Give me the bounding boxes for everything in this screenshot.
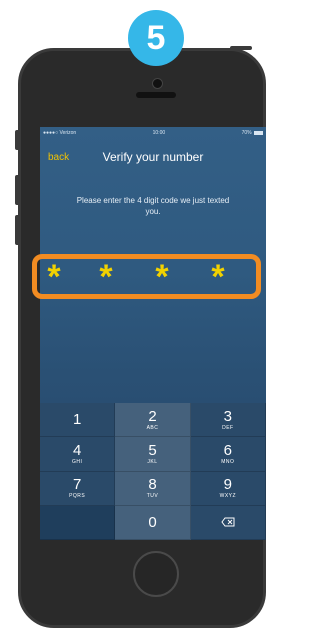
numeric-keypad: 1 2 ABC 3 DEF 4 GHI 5 JKL 6 MNO 7 PQRS 8 TUV 9W… <box>40 403 266 540</box>
battery-level: 70% <box>242 130 263 136</box>
key-7[interactable]: 7 PQRS <box>40 471 116 506</box>
page-title: Verify your number <box>102 150 204 164</box>
power-button <box>230 46 252 50</box>
earpiece-speaker <box>136 92 176 98</box>
key-8[interactable]: 8 TUV <box>115 471 191 506</box>
delete-key[interactable] <box>190 505 266 540</box>
phone-screen: ●●●●○ Verizon 10:00 70% back Verify your… <box>40 127 266 540</box>
battery-icon <box>254 130 263 135</box>
instruction-text: Please enter the 4 digit code we just te… <box>76 196 230 216</box>
key-blank <box>40 505 116 540</box>
key-3[interactable]: 3 DEF <box>190 403 266 438</box>
key-9[interactable]: 9 WXYZ <box>190 471 266 506</box>
key-1[interactable]: 1 <box>40 403 116 438</box>
key-4[interactable]: 4 GHI <box>40 437 116 472</box>
key-2[interactable]: 2 ABC <box>115 403 191 438</box>
nav-bar: back Verify your number <box>40 149 266 169</box>
volume-down-button <box>15 215 20 245</box>
mute-switch <box>15 130 20 150</box>
key-0[interactable]: 0 <box>115 505 191 540</box>
code-highlight-frame <box>32 254 261 299</box>
volume-up-button <box>15 175 20 205</box>
backspace-icon <box>221 517 235 527</box>
key-5[interactable]: 5 JKL <box>115 437 191 472</box>
carrier-label: ●●●●○ Verizon <box>43 130 77 136</box>
clock: 10:00 <box>152 130 166 136</box>
front-camera <box>152 78 163 89</box>
key-6[interactable]: 6 MNO <box>190 437 266 472</box>
home-button[interactable] <box>133 551 179 597</box>
step-badge: 5 <box>128 10 184 66</box>
status-bar: ●●●●○ Verizon 10:00 70% <box>40 127 266 139</box>
